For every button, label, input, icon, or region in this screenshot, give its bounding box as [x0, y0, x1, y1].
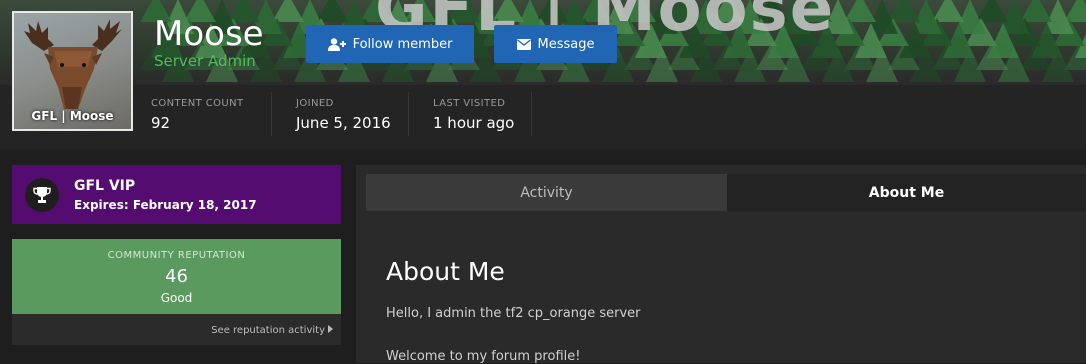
reputation-box: COMMUNITY REPUTATION 46 Good See reputat… [12, 239, 341, 345]
see-reputation-activity-link[interactable]: See reputation activity [211, 325, 333, 336]
stat-label: Last Visited [433, 98, 506, 109]
stat-divider [271, 92, 272, 136]
about-me-text: Hello, I admin the tf2 cp_orange server [386, 306, 641, 321]
profile-main-content: Activity About Me About Me Hello, I admi… [356, 165, 1086, 364]
vip-expiry: Expires: February 18, 2017 [74, 197, 257, 212]
about-me-heading: About Me [386, 257, 505, 286]
reputation-title: COMMUNITY REPUTATION [107, 250, 246, 261]
reputation-status: Good [160, 291, 193, 305]
stat-divider [531, 92, 532, 136]
stat-content-count: Content Count 92 [151, 98, 244, 132]
vip-title: GFL VIP [74, 177, 136, 194]
profile-user-group: Server Admin [154, 52, 256, 70]
reputation-panel: COMMUNITY REPUTATION 46 Good [12, 239, 341, 314]
stat-last-visited: Last Visited 1 hour ago [433, 98, 514, 132]
tab-activity[interactable]: Activity [366, 174, 727, 211]
reputation-count: 46 [165, 266, 188, 287]
profile-tabs: Activity About Me [366, 174, 1086, 211]
stat-value: June 5, 2016 [296, 114, 391, 132]
avatar-brand-text: GFL | Moose [31, 109, 114, 123]
stat-value: 92 [151, 114, 171, 132]
follow-member-label: Follow member [352, 36, 453, 52]
stat-label: Content Count [151, 98, 244, 109]
stat-joined: Joined June 5, 2016 [296, 98, 391, 132]
profile-username: Moose [154, 14, 264, 54]
avatar[interactable]: GFL | Moose [12, 11, 133, 131]
about-me-text: Welcome to my forum profile! [386, 349, 581, 364]
envelope-icon [516, 38, 531, 50]
message-label: Message [537, 36, 595, 52]
stat-divider [408, 92, 409, 136]
user-plus-icon [327, 37, 346, 51]
vip-badge: GFL VIP Expires: February 18, 2017 [12, 165, 341, 224]
stat-value: 1 hour ago [433, 114, 515, 132]
follow-member-button[interactable]: Follow member [306, 25, 474, 63]
tab-about-me[interactable]: About Me [727, 174, 1086, 211]
reputation-link-label: See reputation activity [211, 325, 325, 336]
caret-right-icon [328, 325, 333, 336]
message-button[interactable]: Message [494, 25, 617, 63]
trophy-icon [25, 177, 59, 212]
stat-label: Joined [296, 98, 334, 109]
